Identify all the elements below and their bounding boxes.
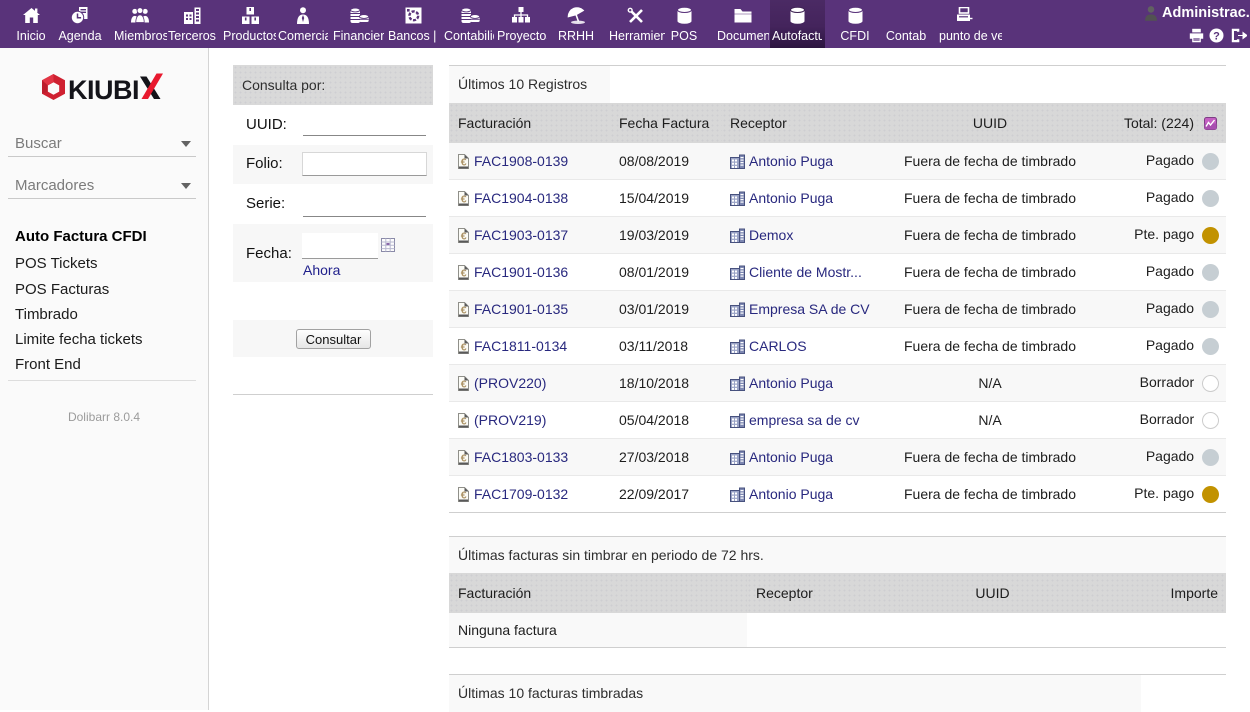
svg-text:€: €: [461, 268, 467, 280]
svg-text:€: €: [461, 453, 467, 465]
svg-text:€: €: [461, 490, 467, 502]
svg-text:?: ?: [1213, 30, 1220, 42]
svg-text:€: €: [461, 305, 467, 317]
svg-text:€: €: [461, 194, 467, 206]
svg-text:€: €: [461, 379, 467, 391]
svg-text:€: €: [461, 416, 467, 428]
svg-text:€: €: [461, 156, 467, 168]
svg-text:€: €: [461, 231, 467, 243]
svg-text:€: €: [461, 342, 467, 354]
svg-text:KIUBI: KIUBI: [68, 75, 139, 104]
